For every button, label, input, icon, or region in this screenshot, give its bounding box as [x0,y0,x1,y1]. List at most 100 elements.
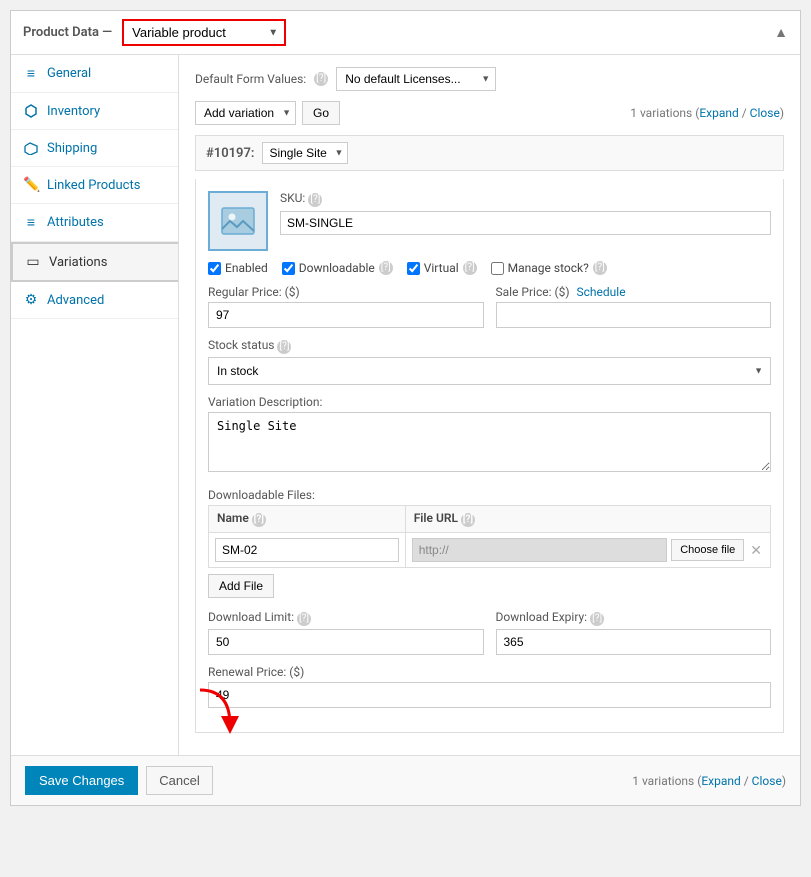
dl-url-help[interactable]: [?] [461,513,475,527]
renewal-price-input[interactable] [208,682,771,708]
virtual-help[interactable]: [?] [463,261,477,275]
panel-title-row: Product Data — Variable product [23,19,286,46]
downloadable-checkbox-label[interactable]: Downloadable [?] [282,261,393,275]
manage-stock-checkbox-label[interactable]: Manage stock? [?] [491,261,607,275]
download-limit-input[interactable] [208,629,484,655]
product-type-select[interactable]: Variable product [124,21,284,44]
variation-image[interactable] [208,191,268,251]
footer-left: Save Changes Cancel [25,766,213,795]
download-expiry-help[interactable]: [?] [590,612,604,626]
download-limit-field: Download Limit: [?] [208,610,484,655]
panel-header: Product Data — Variable product ▲ [11,11,800,55]
panel-collapse-button[interactable]: ▲ [774,24,788,41]
renewal-price-row: Renewal Price: ($) [208,665,771,708]
manage-stock-checkbox[interactable] [491,262,504,275]
sku-help[interactable]: [?] [308,193,322,207]
stock-status-wrapper[interactable]: In stock [208,357,771,385]
footer-expand-link[interactable]: Expand [701,774,740,788]
regular-price-input[interactable] [208,302,484,328]
variation-desc-textarea[interactable]: Single Site [208,412,771,472]
variation-site-select[interactable]: Single Site [262,142,348,164]
default-form-help[interactable]: [?] [314,72,328,86]
footer-close-link[interactable]: Close [752,774,782,788]
virtual-checkbox-label[interactable]: Virtual [?] [407,261,477,275]
variations-toolbar: Add variation Go 1 variations (Expand / … [195,101,784,125]
linked-products-icon: ✏️ [23,177,39,193]
dl-name-help[interactable]: [?] [252,513,266,527]
variations-toolbar-left: Add variation Go [195,101,340,125]
sku-input[interactable] [280,211,771,235]
product-type-wrapper[interactable]: Variable product [122,19,286,46]
sidebar-item-inventory[interactable]: Inventory [11,93,178,130]
sidebar-item-shipping[interactable]: Shipping [11,130,178,167]
add-variation-select[interactable]: Add variation [195,101,296,125]
add-file-button[interactable]: Add File [208,574,274,598]
checkboxes-row: Enabled Downloadable [?] Virtual [?] [208,261,771,275]
dl-file-url-cell: Choose file ✕ [405,533,770,568]
go-button[interactable]: Go [302,101,340,125]
attributes-icon: ≡ [23,214,39,231]
save-changes-button[interactable]: Save Changes [25,766,138,795]
enabled-checkbox-label[interactable]: Enabled [208,261,268,275]
stock-status-label: Stock status [?] [208,338,771,354]
shipping-icon [23,140,39,156]
schedule-link[interactable]: Schedule [577,285,626,299]
inventory-icon [23,103,39,119]
variation-site-wrapper[interactable]: Single Site [262,142,348,164]
red-arrow-annotation [190,685,240,739]
download-expiry-label: Download Expiry: [?] [496,610,772,626]
variation-id: #10197: [206,146,254,161]
stock-status-select[interactable]: In stock [208,357,771,385]
download-limit-expiry-row: Download Limit: [?] Download Expiry: [?] [208,610,771,655]
add-variation-wrapper[interactable]: Add variation [195,101,296,125]
choose-file-button[interactable]: Choose file [671,539,744,561]
dl-file-name-input[interactable] [215,538,399,562]
product-data-panel: Product Data — Variable product ▲ ≡ Gene… [10,10,801,806]
sku-section: SKU: [?] [280,191,771,251]
downloadable-help[interactable]: [?] [379,261,393,275]
regular-price-label: Regular Price: ($) [208,285,484,299]
dl-file-name-cell [209,533,406,568]
sale-price-input[interactable] [496,302,772,328]
variation-body: SKU: [?] Enabled Downloadable [195,179,784,733]
stock-status-row: Stock status [?] In stock [208,338,771,385]
download-limit-label: Download Limit: [?] [208,610,484,626]
manage-stock-help[interactable]: [?] [593,261,607,275]
main-content: Default Form Values: [?] No default Lice… [179,55,800,755]
sidebar-item-attributes[interactable]: ≡ Attributes [11,204,178,242]
sale-price-label: Sale Price: ($) Schedule [496,285,772,299]
download-expiry-input[interactable] [496,629,772,655]
downloadable-checkbox[interactable] [282,262,295,275]
sidebar: ≡ General Inventory Shipping [11,55,179,755]
close-link[interactable]: Close [750,106,780,120]
dl-files-table: Name [?] File URL [?] [208,505,771,568]
download-expiry-field: Download Expiry: [?] [496,610,772,655]
sidebar-item-advanced[interactable]: ⚙ Advanced [11,282,178,319]
red-arrow-icon [190,685,240,735]
panel-title: Product Data — [23,25,112,40]
downloadable-files-section: Downloadable Files: Name [?] File URL [208,488,771,598]
stock-status-help[interactable]: [?] [277,340,291,354]
expand-link[interactable]: Expand [699,106,738,120]
sidebar-item-linked-products[interactable]: ✏️ Linked Products [11,167,178,204]
advanced-icon: ⚙ [23,292,39,308]
renewal-price-section: Renewal Price: ($) [208,665,771,708]
sale-price-field: Sale Price: ($) Schedule [496,285,772,328]
dl-file-row: Choose file ✕ [209,533,771,568]
variation-header: #10197: Single Site [195,135,784,171]
default-form-select[interactable]: No default Licenses... [336,67,496,91]
cancel-button[interactable]: Cancel [146,766,212,795]
dl-url-input[interactable] [412,538,668,562]
dl-files-label: Downloadable Files: [208,488,771,502]
renewal-price-label: Renewal Price: ($) [208,665,771,679]
dl-url-col-header: File URL [?] [405,506,770,533]
sidebar-item-general[interactable]: ≡ General [11,55,178,93]
virtual-checkbox[interactable] [407,262,420,275]
sidebar-item-variations[interactable]: ▭ Variations [11,242,178,282]
variation-desc-row: Variation Description: Single Site [208,395,771,476]
default-form-select-wrapper[interactable]: No default Licenses... [336,67,496,91]
remove-file-button[interactable]: ✕ [748,541,764,559]
enabled-checkbox[interactable] [208,262,221,275]
variation-desc-label: Variation Description: [208,395,771,409]
download-limit-help[interactable]: [?] [297,612,311,626]
